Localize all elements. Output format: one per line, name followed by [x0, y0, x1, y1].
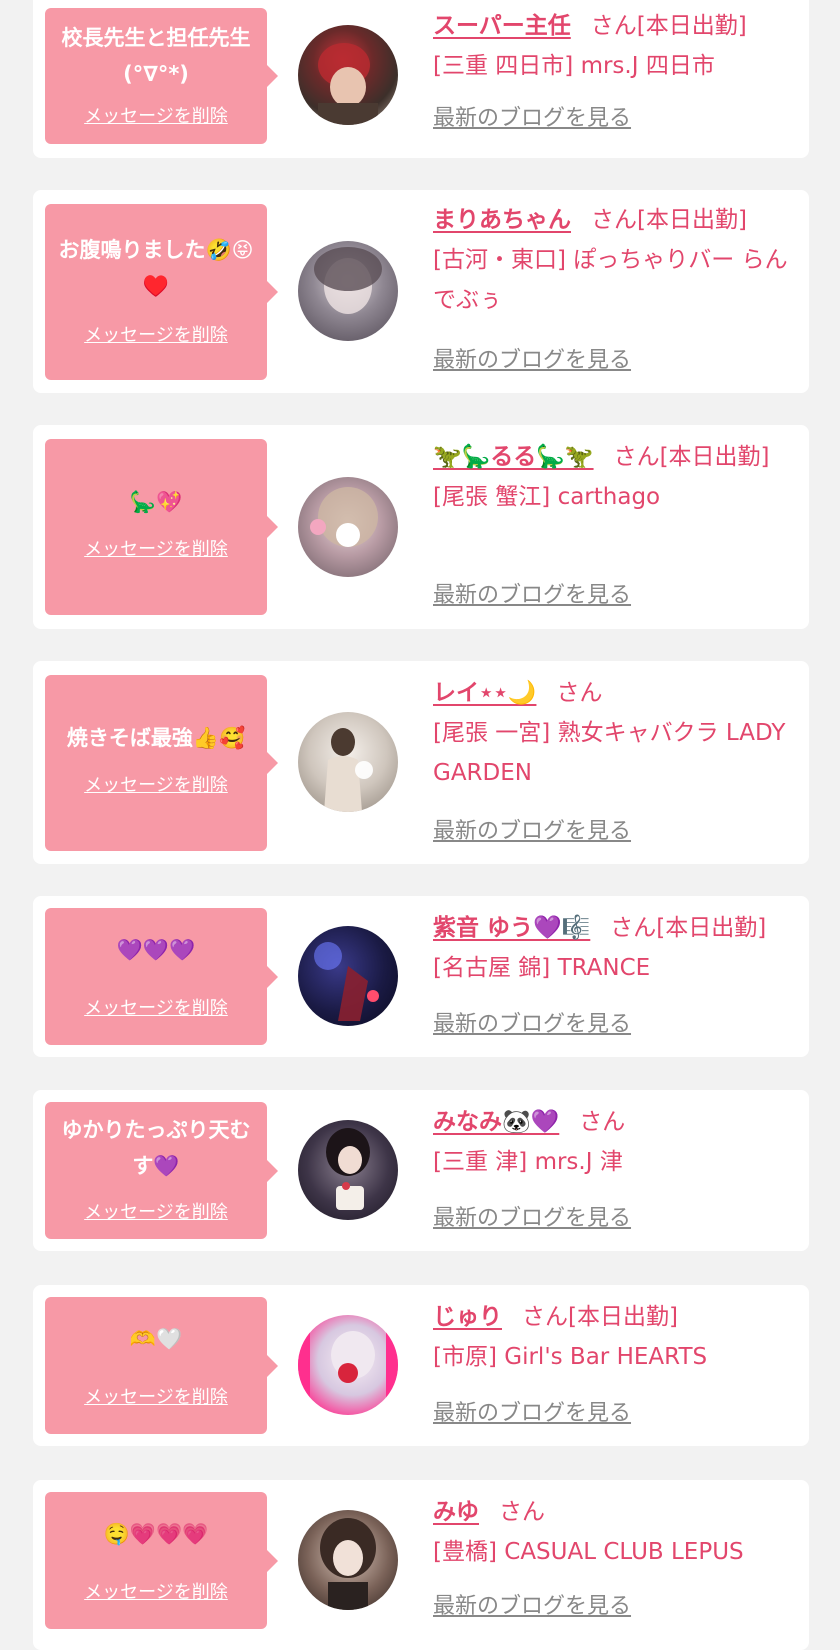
avatar[interactable] — [298, 1120, 398, 1220]
message-text: 🤤💗💗💗 — [103, 1522, 209, 1546]
girl-name-link[interactable]: みなみ🐼💜 — [433, 1109, 559, 1135]
avatar-photo-icon — [326, 1128, 370, 1210]
avatar-photo-icon — [314, 942, 379, 1021]
message-text: 🫶🤍 — [129, 1327, 183, 1351]
message-card: お腹鳴りました🤣😝♥️ メッセージを削除 まりあちゃん さん[本日出勤] [古河・… — [33, 190, 809, 393]
latest-blog-link[interactable]: 最新のブログを見る — [433, 1592, 631, 1622]
girl-name-link[interactable]: まりあちゃん — [433, 207, 571, 233]
message-bubble: 校長先生と担任先生(°∇°*) メッセージを削除 — [45, 8, 278, 144]
delete-message-link[interactable]: メッセージを削除 — [45, 1202, 267, 1224]
message-bubble: 🤤💗💗💗 メッセージを削除 — [45, 1492, 278, 1629]
girl-name-link[interactable]: みゆ — [433, 1499, 479, 1525]
message-list: 校長先生と担任先生(°∇°*) メッセージを削除 スーパー主任 さん[本日出勤] … — [0, 0, 840, 1650]
latest-blog-link[interactable]: 最新のブログを見る — [433, 1010, 631, 1040]
honorific: さん — [610, 915, 657, 941]
shop-name: [尾張 蟹江] carthago — [433, 484, 661, 510]
delete-message-link[interactable]: メッセージを削除 — [45, 325, 267, 347]
shop-name: [豊橋] CASUAL CLUB LEPUS — [433, 1539, 744, 1565]
shop-name: [三重 四日市] mrs.J 四日市 — [433, 53, 715, 79]
message-bubble: 焼きそば最強👍🥰 メッセージを削除 — [45, 675, 278, 851]
girl-name-link[interactable]: 🦖🦕るる🦕🦖 — [433, 444, 594, 470]
message-text: 校長先生と担任先生(°∇°*) — [61, 26, 251, 86]
latest-blog-link[interactable]: 最新のブログを見る — [433, 104, 631, 134]
honorific: さん — [579, 1109, 626, 1135]
message-text: 🦕💖 — [129, 490, 183, 514]
honorific: さん — [591, 207, 637, 233]
message-card: 🤤💗💗💗 メッセージを削除 みゆ さん [豊橋] CASUAL CLUB LEPU… — [33, 1480, 809, 1650]
shop-name: [名古屋 錦] TRANCE — [433, 955, 651, 981]
avatar[interactable] — [298, 1315, 398, 1415]
girl-info: レイ⋆⋆🌙 さん [尾張 一宮] 熟女キャバクラ LADY GARDEN — [433, 673, 793, 793]
message-text: お腹鳴りました🤣😝♥️ — [58, 238, 254, 298]
message-card: 🦕💖 メッセージを削除 🦖🦕るる🦕🦖 さん[本日出勤] [尾張 蟹江] carth… — [33, 425, 809, 629]
message-card: 💜💜💜 メッセージを削除 紫音 ゆう💜🎼 さん[本日出勤] [名古屋 錦] TRA… — [33, 896, 809, 1057]
latest-blog-link[interactable]: 最新のブログを見る — [433, 346, 631, 376]
shop-name: [市原] Girl's Bar HEARTS — [433, 1344, 708, 1370]
delete-message-link[interactable]: メッセージを削除 — [45, 539, 267, 561]
avatar-photo-icon — [324, 728, 373, 812]
girl-name-link[interactable]: じゅり — [433, 1304, 502, 1330]
avatar-photo-icon — [310, 487, 378, 547]
message-text: 💜💜💜 — [116, 938, 196, 962]
girl-info: じゅり さん[本日出勤] [市原] Girl's Bar HEARTS — [433, 1297, 793, 1377]
girl-info: スーパー主任 さん[本日出勤] [三重 四日市] mrs.J 四日市 — [433, 6, 793, 86]
avatar[interactable] — [298, 712, 398, 812]
message-text: 焼きそば最強👍🥰 — [66, 726, 246, 750]
avatar[interactable] — [298, 241, 398, 341]
delete-message-link[interactable]: メッセージを削除 — [45, 1582, 267, 1604]
girl-info: 🦖🦕るる🦕🦖 さん[本日出勤] [尾張 蟹江] carthago — [433, 437, 793, 517]
message-bubble: お腹鳴りました🤣😝♥️ メッセージを削除 — [45, 204, 278, 380]
honorific: さん — [556, 680, 603, 706]
latest-blog-link[interactable]: 最新のブログを見る — [433, 1399, 631, 1429]
message-card: 校長先生と担任先生(°∇°*) メッセージを削除 スーパー主任 さん[本日出勤] … — [33, 0, 809, 158]
status-badge: [本日出勤] — [659, 444, 770, 470]
honorific: さん — [613, 444, 660, 470]
shop-name: [尾張 一宮] 熟女キャバクラ LADY GARDEN — [433, 720, 786, 786]
avatar-photo-icon — [320, 1518, 376, 1610]
avatar[interactable] — [298, 926, 398, 1026]
latest-blog-link[interactable]: 最新のブログを見る — [433, 1204, 631, 1234]
message-bubble: 💜💜💜 メッセージを削除 — [45, 908, 278, 1045]
delete-message-link[interactable]: メッセージを削除 — [45, 1387, 267, 1409]
avatar-photo-icon — [298, 1315, 398, 1415]
honorific: さん — [590, 13, 637, 39]
delete-message-link[interactable]: メッセージを削除 — [45, 106, 267, 128]
status-badge: [本日出勤] — [568, 1304, 678, 1330]
delete-message-link[interactable]: メッセージを削除 — [45, 998, 267, 1020]
delete-message-link[interactable]: メッセージを削除 — [45, 775, 267, 797]
latest-blog-link[interactable]: 最新のブログを見る — [433, 817, 631, 847]
avatar[interactable] — [298, 1510, 398, 1610]
girl-name-link[interactable]: 紫音 ゆう💜🎼 — [433, 915, 590, 941]
message-card: 🫶🤍 メッセージを削除 じゅり さん[本日出勤] [市原] Girl's Bar … — [33, 1285, 809, 1446]
status-badge: [本日出勤] — [656, 915, 767, 941]
message-bubble: 🦕💖 メッセージを削除 — [45, 439, 278, 615]
honorific: さん — [522, 1304, 568, 1330]
girl-info: 紫音 ゆう💜🎼 さん[本日出勤] [名古屋 錦] TRANCE — [433, 908, 793, 988]
status-badge: [本日出勤] — [637, 207, 747, 233]
message-bubble: ゆかりたっぷり天むす💜 メッセージを削除 — [45, 1102, 278, 1239]
honorific: さん — [499, 1499, 545, 1525]
shop-name: [古河・東口] ぽっちゃりバー らんでぶぅ — [433, 247, 788, 313]
message-text: ゆかりたっぷり天むす💜 — [61, 1118, 251, 1178]
girl-name-link[interactable]: レイ⋆⋆🌙 — [433, 680, 536, 706]
girl-info: みゆ さん [豊橋] CASUAL CLUB LEPUS — [433, 1492, 793, 1572]
girl-info: みなみ🐼💜 さん [三重 津] mrs.J 津 — [433, 1102, 793, 1182]
girl-name-link[interactable]: スーパー主任 — [433, 13, 571, 39]
avatar-photo-icon — [318, 43, 378, 125]
girl-info: まりあちゃん さん[本日出勤] [古河・東口] ぽっちゃりバー らんでぶぅ — [433, 200, 793, 320]
latest-blog-link[interactable]: 最新のブログを見る — [433, 581, 631, 611]
shop-name: [三重 津] mrs.J 津 — [433, 1149, 623, 1175]
avatar[interactable] — [298, 477, 398, 577]
avatar[interactable] — [298, 25, 398, 125]
avatar-photo-icon — [314, 247, 382, 314]
message-card: ゆかりたっぷり天むす💜 メッセージを削除 みなみ🐼💜 さん [三重 津] mrs.… — [33, 1090, 809, 1251]
message-card: 焼きそば最強👍🥰 メッセージを削除 レイ⋆⋆🌙 さん [尾張 一宮] 熟女キャバク… — [33, 661, 809, 864]
status-badge: [本日出勤] — [636, 13, 747, 39]
message-bubble: 🫶🤍 メッセージを削除 — [45, 1297, 278, 1434]
